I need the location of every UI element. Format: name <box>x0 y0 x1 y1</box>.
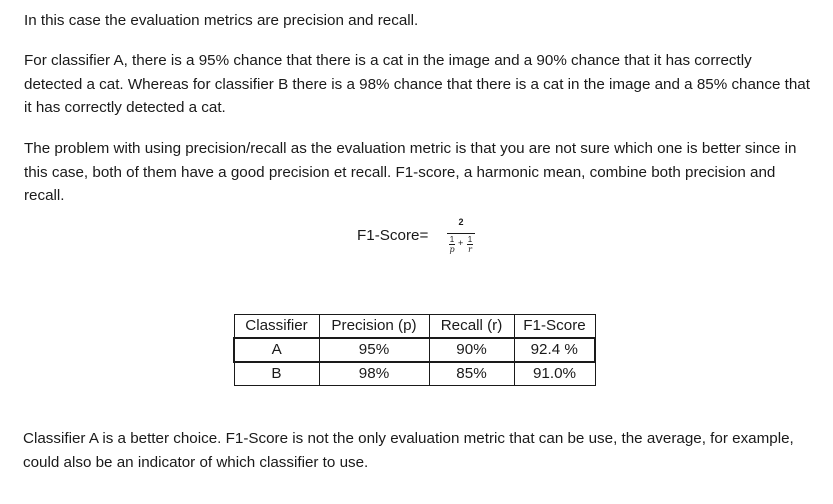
cell-recall: 85% <box>428 361 515 386</box>
cell-f1-score: 92.4 % <box>513 337 596 363</box>
classifiers-paragraph: For classifier A, there is a 95% chance … <box>24 52 810 116</box>
cell-classifier: A <box>233 337 320 363</box>
cell-recall: 90% <box>428 337 515 363</box>
intro-paragraph: In this case the evaluation metrics are … <box>24 12 419 29</box>
header-recall: Recall (r) <box>428 314 515 339</box>
cell-classifier: B <box>233 361 320 386</box>
problem-paragraph: The problem with using precision/recall … <box>24 140 797 204</box>
reciprocal-p: 1 p <box>448 235 456 254</box>
term1-denominator: p <box>449 245 455 254</box>
header-classifier: Classifier <box>233 314 320 339</box>
conclusion-paragraph: Classifier A is a better choice. F1-Scor… <box>23 430 794 471</box>
formula-numerator: 2 <box>458 217 464 227</box>
table-header-row: Classifier Precision (p) Recall (r) F1-S… <box>233 314 596 339</box>
reciprocal-r: 1 r <box>466 235 474 254</box>
results-table: Classifier Precision (p) Recall (r) F1-S… <box>233 314 596 386</box>
term2-denominator: r <box>468 245 472 254</box>
formula-label: F1-Score= <box>357 227 429 244</box>
formula-denominator: 1 p + 1 r <box>447 235 475 263</box>
term1-numerator: 1 <box>449 235 455 244</box>
term2-numerator: 1 <box>467 235 473 244</box>
header-f1-score: F1-Score <box>513 314 596 339</box>
table-row: A 95% 90% 92.4 % <box>233 337 596 363</box>
cell-precision: 95% <box>318 337 430 363</box>
fraction-bar <box>447 233 475 234</box>
formula-fraction: 2 1 p + 1 r <box>443 214 479 264</box>
table-row: B 98% 85% 91.0% <box>233 361 596 386</box>
formula-plus: + <box>458 238 464 248</box>
header-precision: Precision (p) <box>318 314 430 339</box>
cell-f1-score: 91.0% <box>513 361 596 386</box>
cell-precision: 98% <box>318 361 430 386</box>
